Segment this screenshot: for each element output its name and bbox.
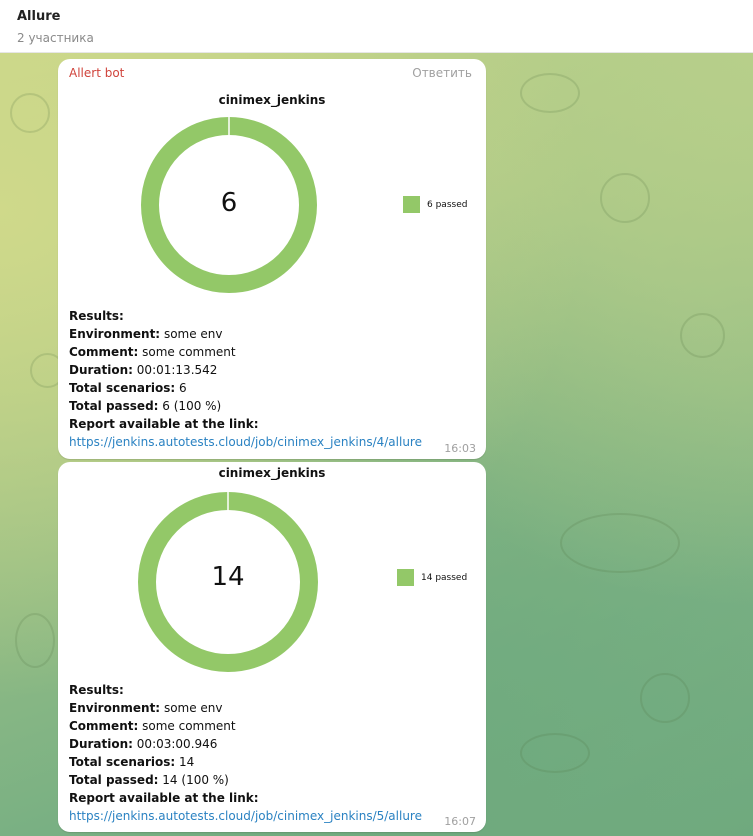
results-details: Results: Environment: some env Comment: … <box>69 681 422 825</box>
total-scenarios-label: Total scenarios: <box>69 755 176 769</box>
comment-label: Comment: <box>69 345 139 359</box>
participants-count: 2 участника <box>17 31 94 45</box>
comment-value: some comment <box>142 345 236 359</box>
legend-label-passed: 6 passed <box>427 199 468 210</box>
chart-legend: 6 passed <box>403 196 467 213</box>
chat-header[interactable]: Allure 2 участника <box>0 0 753 53</box>
report-label: Report available at the link: <box>69 417 259 431</box>
chart-title: cinimex_jenkins <box>218 466 326 480</box>
message-time: 16:03 <box>444 442 476 455</box>
environment-value: some env <box>163 701 223 715</box>
comment-value: some comment <box>142 719 236 733</box>
total-passed-label: Total passed: <box>69 399 159 413</box>
environment-label: Environment: <box>69 327 161 341</box>
results-label: Results: <box>69 683 124 697</box>
chat-title: Allure <box>17 9 61 24</box>
report-link[interactable]: https://jenkins.autotests.cloud/job/cini… <box>69 807 422 825</box>
environment-value: some env <box>163 327 223 341</box>
total-scenarios-value: 14 <box>179 755 195 769</box>
legend-label-passed: 14 passed <box>421 572 468 583</box>
chart-title: cinimex_jenkins <box>218 93 326 107</box>
donut-center-value: 6 <box>220 188 238 218</box>
donut-center-value: 14 <box>211 562 245 592</box>
sender-name[interactable]: Allert bot <box>69 66 124 80</box>
total-scenarios-value: 6 <box>179 381 187 395</box>
legend-swatch-passed <box>397 569 414 586</box>
legend-swatch-passed <box>403 196 420 213</box>
report-label: Report available at the link: <box>69 791 259 805</box>
total-scenarios-label: Total scenarios: <box>69 381 176 395</box>
duration-value: 00:03:00.946 <box>136 737 218 751</box>
message-bubble[interactable]: Allert bot Ответить cinimex_jenkins 6 6 … <box>58 59 486 459</box>
duration-label: Duration: <box>69 737 133 751</box>
total-passed-label: Total passed: <box>69 773 159 787</box>
duration-label: Duration: <box>69 363 133 377</box>
report-link[interactable]: https://jenkins.autotests.cloud/job/cini… <box>69 433 422 451</box>
comment-label: Comment: <box>69 719 139 733</box>
results-details: Results: Environment: some env Comment: … <box>69 307 422 451</box>
message-bubble[interactable]: cinimex_jenkins 14 14 passed Results: En… <box>58 462 486 832</box>
donut-chart: 14 <box>138 492 318 676</box>
results-label: Results: <box>69 309 124 323</box>
donut-chart: 6 <box>141 117 317 297</box>
total-passed-value: 6 (100 %) <box>162 399 222 413</box>
message-time: 16:07 <box>444 815 476 828</box>
reply-button[interactable]: Ответить <box>412 66 472 80</box>
environment-label: Environment: <box>69 701 161 715</box>
chart-legend: 14 passed <box>397 569 467 586</box>
duration-value: 00:01:13.542 <box>136 363 218 377</box>
total-passed-value: 14 (100 %) <box>162 773 229 787</box>
